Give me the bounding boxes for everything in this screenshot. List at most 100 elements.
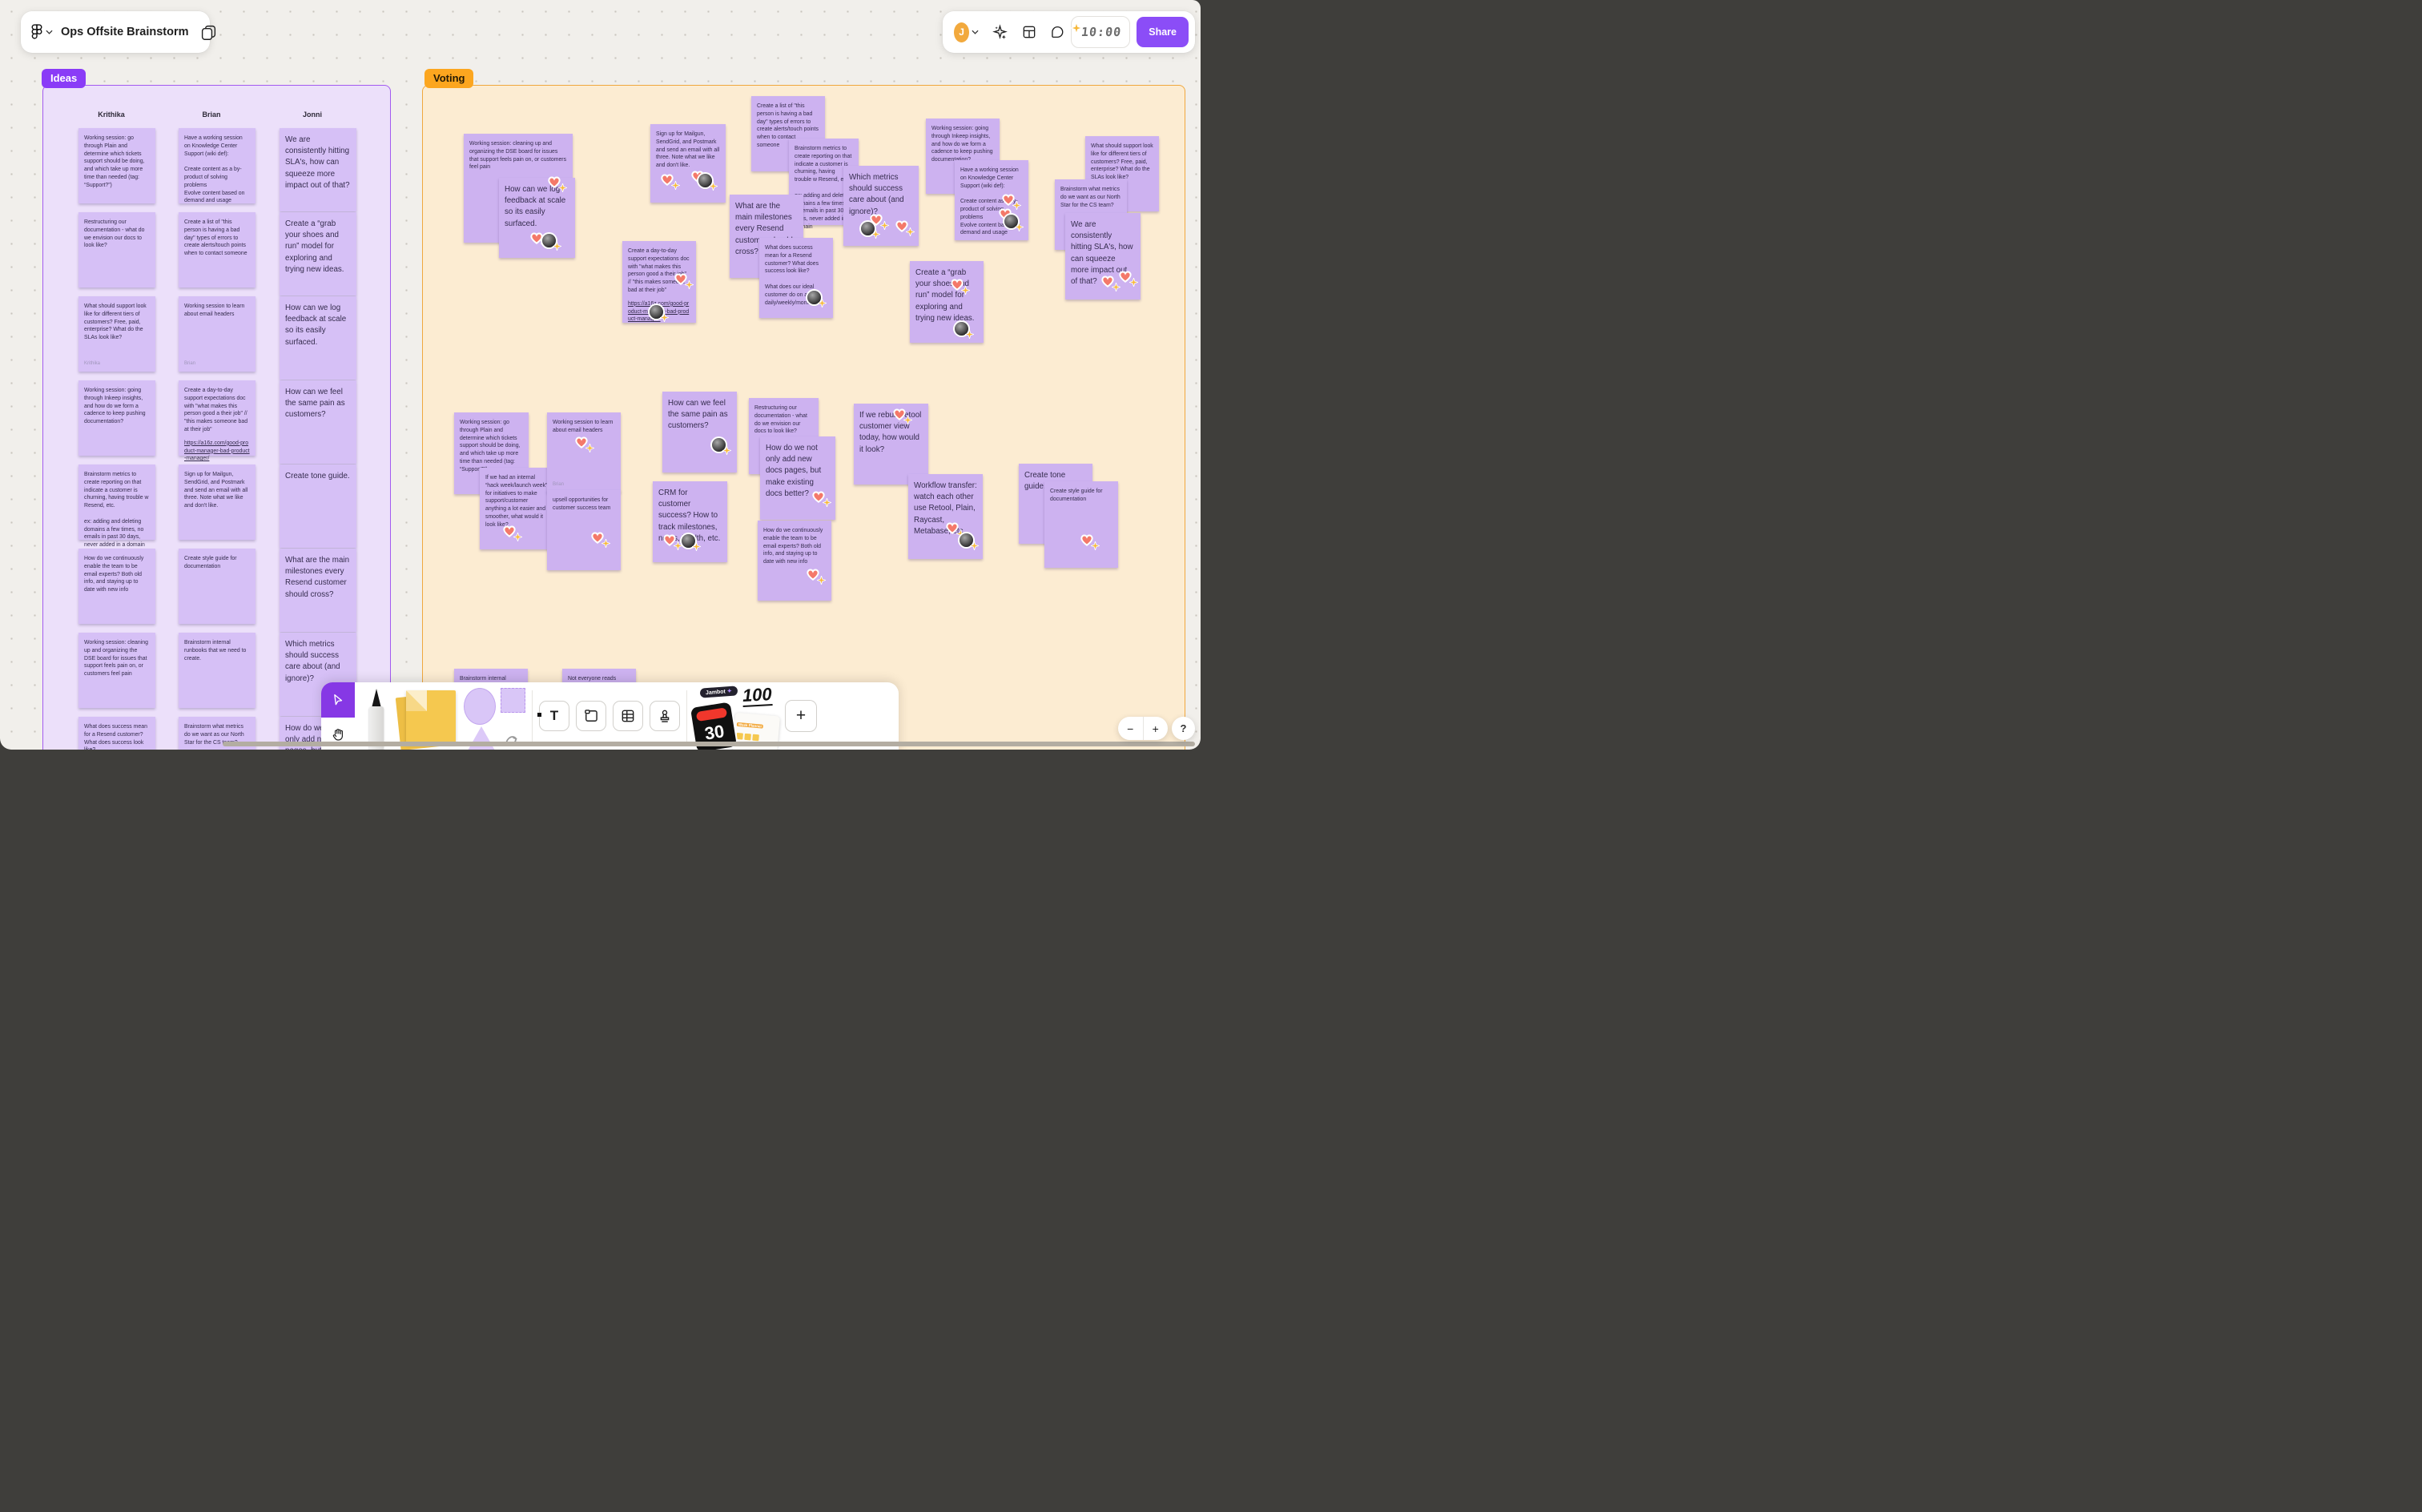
avatar-sticker-icon[interactable] <box>861 222 880 239</box>
sticky-note[interactable]: Working session to learn about email hea… <box>179 296 255 372</box>
figma-logo-icon[interactable] <box>31 24 42 40</box>
heart-sticker-icon[interactable] <box>893 217 915 236</box>
sticky-note[interactable]: Brainstorm internal runbooks that we nee… <box>179 633 255 708</box>
column-header[interactable]: Jonni <box>280 111 345 119</box>
section-tool[interactable] <box>576 701 606 731</box>
heart-sticker-icon[interactable] <box>658 171 680 190</box>
ideas-section-label[interactable]: Ideas <box>42 69 86 88</box>
zoom-in-button[interactable]: + <box>1144 717 1169 740</box>
file-title[interactable]: Ops Offsite Brainstorm <box>61 26 189 38</box>
avatar-sticker-icon[interactable] <box>682 534 701 551</box>
heart-sticker-icon[interactable] <box>672 270 694 289</box>
sticky-note[interactable]: What should support look like for differ… <box>78 296 155 372</box>
marker-tool[interactable] <box>366 689 387 750</box>
avatar-sticker-icon[interactable] <box>542 234 561 251</box>
sticky-note[interactable]: How can we feel the same pain as custome… <box>662 392 737 472</box>
sticky-note[interactable]: Which metrics should success care about … <box>843 166 919 246</box>
sticky-note[interactable]: How can we log feedback at scale so its … <box>499 176 575 258</box>
sticky-note[interactable]: Create style guide for documentation <box>179 549 255 624</box>
sticky-note[interactable]: How do we continuously enable the team t… <box>758 521 831 601</box>
stamp-tool[interactable] <box>650 701 680 731</box>
sticky-note[interactable]: How can we log feedback at scale so its … <box>280 296 356 380</box>
voting-section-label[interactable]: Voting <box>424 69 474 88</box>
avatar-sticker-icon[interactable] <box>807 291 827 308</box>
heart-sticker-icon[interactable] <box>810 488 831 507</box>
zoom-out-button[interactable]: − <box>1118 717 1144 740</box>
sticky-note[interactable]: Have a working session on Knowledge Cent… <box>955 160 1028 240</box>
selection-tools <box>321 682 355 750</box>
avatar-sticker-icon[interactable] <box>1004 215 1024 231</box>
sticky-note[interactable]: Create a “grab your shoes and run” model… <box>280 212 356 296</box>
sticky-note-tool[interactable] <box>395 689 457 750</box>
templates-button[interactable] <box>1021 24 1037 40</box>
heart-sticker-icon[interactable] <box>1099 272 1120 292</box>
avatar[interactable]: J <box>954 22 970 42</box>
note-link[interactable]: https://a16z.com/good-product-manager-ba… <box>184 440 250 463</box>
sticky-note[interactable]: What are the main milestones every Resen… <box>280 549 356 632</box>
sticky-note[interactable]: upsell opportunities for customer succes… <box>547 490 621 570</box>
sticky-note[interactable]: Working session: cleaning up and organiz… <box>78 633 155 708</box>
add-tool-button[interactable]: + <box>785 700 817 732</box>
sticky-note[interactable]: Create tone guide. <box>280 464 356 548</box>
avatar-sticker-icon[interactable] <box>698 174 718 191</box>
heart-sticker-icon[interactable] <box>1116 267 1138 287</box>
sticky-note[interactable]: Create a day-to-day support expectations… <box>622 241 696 323</box>
text-tool[interactable]: T <box>537 701 569 731</box>
avatar-sticker-icon[interactable] <box>960 533 979 550</box>
sticky-note[interactable]: Working session to learn about email hea… <box>547 412 621 493</box>
horizontal-scrollbar[interactable] <box>223 742 1195 746</box>
sticky-note[interactable]: What does success mean for a Resend cust… <box>759 238 833 318</box>
heart-sticker-icon[interactable] <box>1000 191 1021 210</box>
file-menu-chevron-icon[interactable] <box>46 30 53 34</box>
sticky-note[interactable]: If we had an internal “hack week/launch … <box>480 468 554 549</box>
heart-sticker-icon[interactable] <box>501 522 522 541</box>
avatar-chevron-icon[interactable] <box>972 30 979 34</box>
sticky-note[interactable]: If we rebuilt retool customer view today… <box>854 404 928 485</box>
heart-sticker-icon[interactable] <box>891 405 912 424</box>
column-header[interactable]: Brian <box>179 111 244 119</box>
heart-sticker-icon[interactable] <box>545 173 567 192</box>
heart-sticker-icon[interactable] <box>1078 531 1100 550</box>
sticky-note[interactable]: We are consistently hitting SLA's, how c… <box>1065 213 1141 300</box>
sticky-note[interactable]: Sign up for Mailgun, SendGrid, and Postm… <box>650 124 726 203</box>
heart-sticker-icon[interactable] <box>661 531 682 550</box>
share-button[interactable]: Share <box>1137 17 1189 47</box>
sticky-note[interactable]: Working session: go through Plain and de… <box>78 128 155 203</box>
sticky-note[interactable]: Create style guide for documentation <box>1044 481 1118 568</box>
sticky-note[interactable]: Have a working session on Knowledge Cent… <box>179 128 255 203</box>
avatar-sticker-icon[interactable] <box>650 305 669 322</box>
sticky-note[interactable]: Create a day-to-day support expectations… <box>179 380 255 461</box>
table-tool[interactable] <box>613 701 643 731</box>
comment-button[interactable] <box>1050 25 1064 39</box>
column-header[interactable]: Krithika <box>78 111 144 119</box>
sticky-note[interactable]: Create a “grab your shoes and run” model… <box>910 261 984 343</box>
sticky-note[interactable]: Brainstorm metrics to create reporting o… <box>78 464 155 548</box>
timer-display: 10:00 <box>1080 25 1123 39</box>
sticky-note[interactable]: Workflow transfer: watch each other use … <box>908 474 983 559</box>
timer-widget[interactable]: 10:00 <box>1071 16 1131 48</box>
sticky-note[interactable]: Create a list of "this person is having … <box>179 212 255 288</box>
avatar-sticker-icon[interactable] <box>955 322 974 339</box>
ai-sparkle-button[interactable] <box>992 23 1008 41</box>
shapes-tool[interactable] <box>464 688 525 750</box>
note-text: What does success mean for a Resend cust… <box>84 724 147 750</box>
sticky-note[interactable]: CRM for customer success? How to track m… <box>653 481 727 562</box>
heart-sticker-icon[interactable] <box>804 565 826 585</box>
boards-button[interactable] <box>200 24 217 41</box>
heart-sticker-icon[interactable] <box>589 529 610 548</box>
heart-sticker-icon[interactable] <box>948 275 970 295</box>
select-tool[interactable] <box>321 682 355 718</box>
sticky-note[interactable]: Sign up for Mailgun, SendGrid, and Postm… <box>179 464 255 540</box>
heart-sticker-icon[interactable] <box>943 519 965 538</box>
sticky-note[interactable]: We are consistently hitting SLA's, how c… <box>280 128 356 211</box>
sticky-note[interactable]: What does success mean for a Resend cust… <box>78 717 155 750</box>
widgets-button[interactable]: Jambot ✦ 100 30 Week Planner <box>690 684 780 750</box>
sticky-note[interactable]: Working session: going through Inkeep in… <box>78 380 155 456</box>
sticky-note[interactable]: Restructuring our documentation - what d… <box>78 212 155 288</box>
sticky-note[interactable]: How can we feel the same pain as custome… <box>280 380 356 464</box>
avatar-sticker-icon[interactable] <box>712 438 731 455</box>
heart-sticker-icon[interactable] <box>573 433 594 452</box>
sticky-note[interactable]: How do we not only add new docs pages, b… <box>760 436 835 520</box>
sticky-note[interactable]: How do we continuously enable the team t… <box>78 549 155 624</box>
help-button[interactable]: ? <box>1172 717 1195 740</box>
